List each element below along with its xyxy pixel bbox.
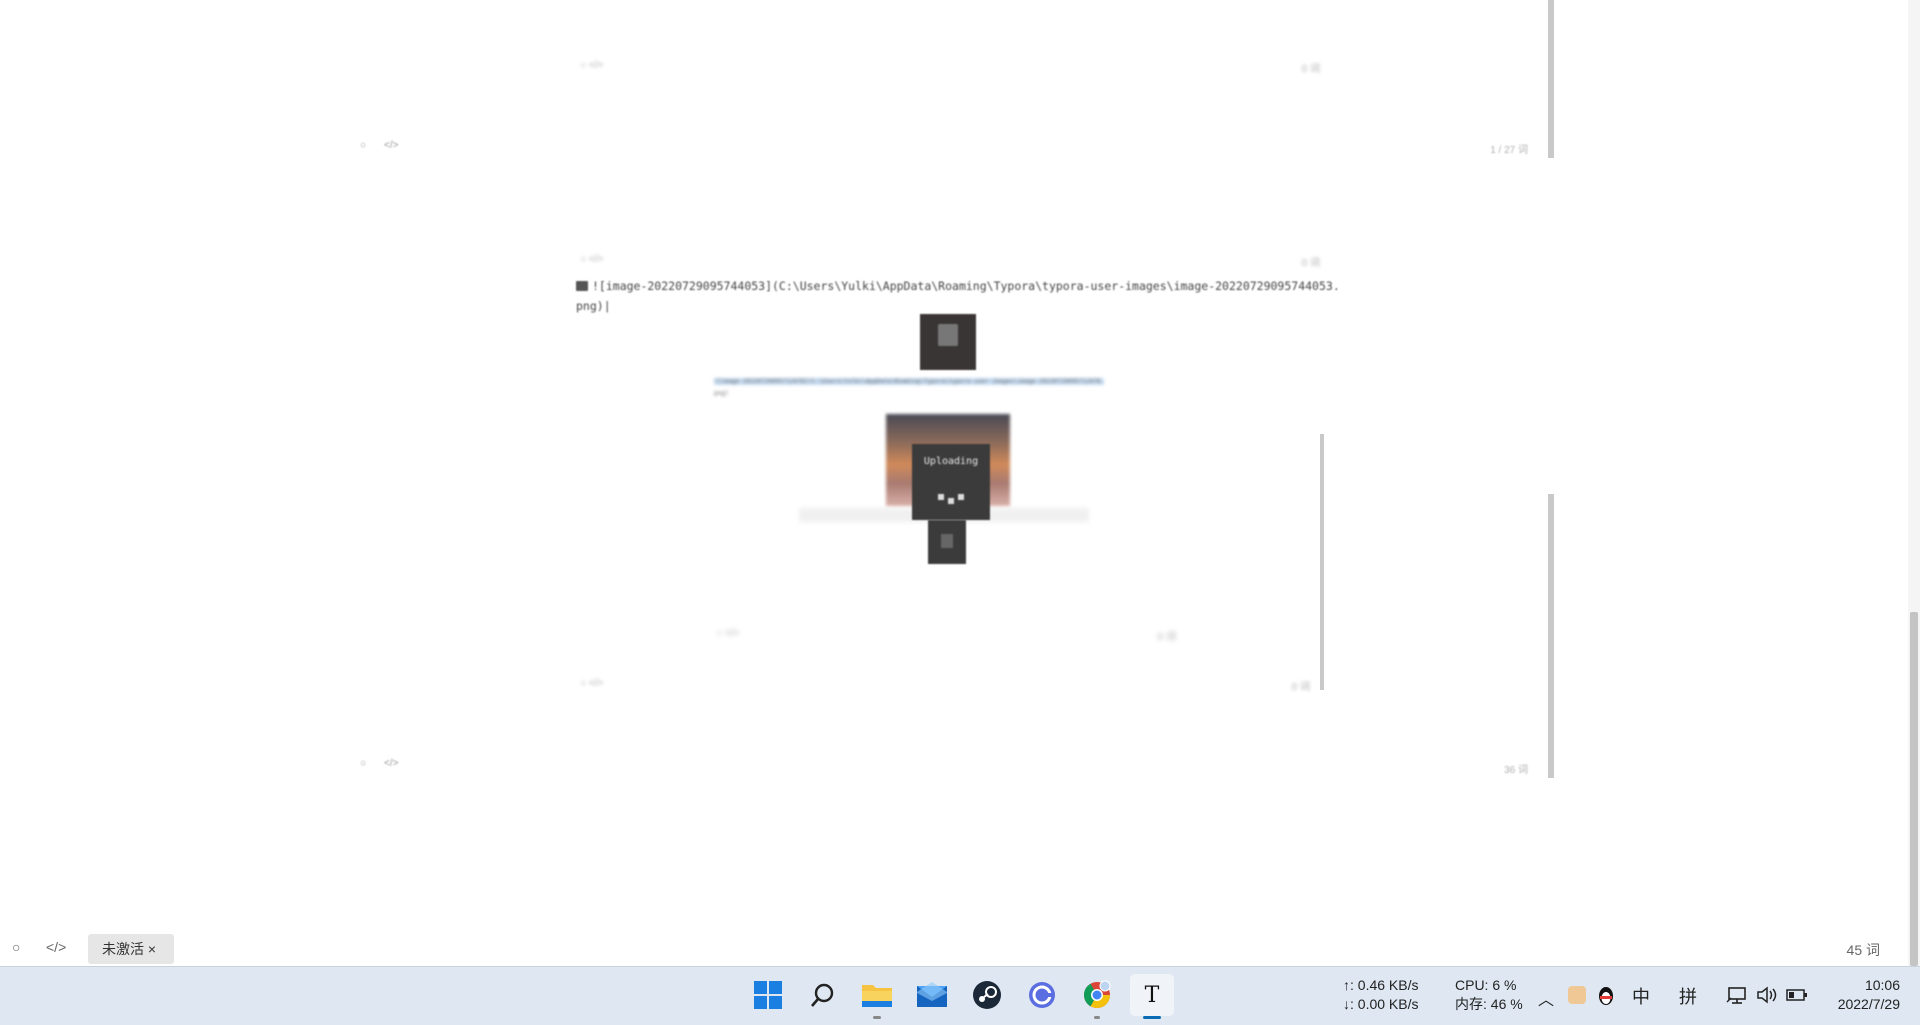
upload-label: Uploading [923,456,979,467]
markdown-image-link[interactable]: ![image-20220729095744053](C:\Users\Yulk… [592,279,1340,293]
upload-dialog: Uploading [912,444,990,520]
typora-active-indicator [1143,1016,1161,1019]
taskbar-file-explorer[interactable] [855,974,899,1016]
clock-date: 2022/7/29 [1837,996,1900,1012]
unactivated-badge[interactable]: 未激活 × [88,934,174,964]
faded-icons: ○ </> [580,254,604,265]
battery-icon[interactable] [1786,987,1808,1003]
faded-count-4: 0 词 [1291,682,1310,693]
cat-app-tray-icon[interactable] [1568,986,1586,1004]
faded-icons-4: ○ </> [580,678,604,689]
upload-dialog-tail [928,520,966,564]
upload-speed: ↑: 0.46 KB/s [1343,977,1419,993]
qq-penguin-icon[interactable] [1597,986,1615,1006]
editor-scrollbar[interactable] [1908,0,1920,966]
faded-count-right: 0 词 [1301,64,1320,75]
inner-path-cont: png) [714,390,729,397]
faded-row-2: ○ </> 0 词 [580,254,1320,269]
taskbar-chrome[interactable] [1075,974,1119,1016]
circle-icon[interactable]: ○ [360,758,366,769]
inner-path-highlight: ![image-20220729095712478](C:\Users\Yulk… [714,378,1105,385]
faded-icons-3: ○ </> [716,628,740,639]
taskbar-mail[interactable] [910,974,954,1016]
taskbar-circle-app[interactable] [1020,974,1064,1016]
scrollbar-thumb[interactable] [1910,612,1918,966]
clock-time: 10:06 [1864,977,1900,993]
faded-row-3: ○ </> 0 词 [716,628,1176,643]
network-icon[interactable] [1726,986,1748,1004]
markdown-source[interactable]: ![image-20220729095744053](C:\Users\Yulk… [576,276,1346,316]
sidebar-toggle-circle-icon[interactable]: ○ [12,939,20,955]
spinner-dot-1 [938,494,944,500]
mail-icon [917,982,947,1007]
image-thumbnail-small[interactable] [920,314,976,370]
faded-header-row: ○ </> 0 词 [580,60,1320,75]
source-code-mode-icon[interactable]: </> [46,939,66,955]
trash-icon-small [941,534,953,548]
image-icon [576,281,588,291]
folder-icon [862,985,892,1007]
volume-icon[interactable] [1756,986,1778,1004]
word-count[interactable]: 45 词 [1847,940,1880,960]
taskbar-search-button[interactable] [801,974,845,1016]
file-explorer-running-indicator [873,1016,881,1019]
faded-count-3: 0 词 [1157,632,1176,643]
spinner-dot-2 [948,498,954,504]
code-icon[interactable]: </> [384,140,398,151]
chrome-running-indicator [1094,1016,1100,1019]
typora-editor-window: ○ </> 0 词 ○ </> 1 / 27 词 ○ </> 0 词 ![ima… [0,0,1920,966]
windows-start-button[interactable] [746,974,790,1016]
steam-icon [973,981,1001,1009]
inner-word-count-top: 1 / 27 词 [1490,145,1528,156]
taskbar-steam[interactable] [965,974,1009,1016]
cpu-usage: CPU: 6 % [1455,977,1517,993]
nested-scrollbar [1320,434,1324,690]
chrome-icon [1083,980,1111,1009]
inner-scrollbar-top [1548,0,1554,158]
circle-icon[interactable]: ○ [360,140,366,151]
inner-word-count-bottom: 36 词 [1504,765,1528,776]
spinner-dot-3 [958,494,964,500]
taskbar-typora[interactable]: T [1130,974,1174,1016]
circle-app-icon [1029,982,1055,1008]
inner-scrollbar-bottom [1548,494,1554,778]
memory-usage: 内存: 46 % [1455,996,1523,1012]
ime-mode-indicator[interactable]: 拼 [1679,983,1697,1009]
typora-icon: T [1144,982,1160,1008]
code-icon[interactable]: </> [384,758,398,769]
network-speed-widget[interactable]: ↑: 0.46 KB/s ↓: 0.00 KB/s [1343,976,1439,1014]
ime-language-indicator[interactable]: 中 [1632,983,1650,1009]
windows-logo-icon [754,981,782,1009]
system-monitor-widget[interactable]: CPU: 6 % 内存: 46 % [1455,976,1533,1014]
faded-icons-left: ○ </> [580,60,604,71]
inner-markdown-source: ![image-20220729095712478](C:\Users\Yulk… [714,376,1184,400]
faded-count: 0 词 [1301,258,1320,269]
faded-row-4: ○ </> 0 词 [580,678,1310,693]
show-hidden-icons-chevron-icon[interactable]: ︿ [1538,986,1554,1010]
markdown-image-link-cont[interactable]: png)| [576,299,611,313]
system-clock[interactable]: 10:06 2022/7/29 [1820,976,1900,1014]
trash-icon [938,324,958,346]
download-speed: ↓: 0.00 KB/s [1343,996,1419,1012]
search-icon [811,983,834,1007]
